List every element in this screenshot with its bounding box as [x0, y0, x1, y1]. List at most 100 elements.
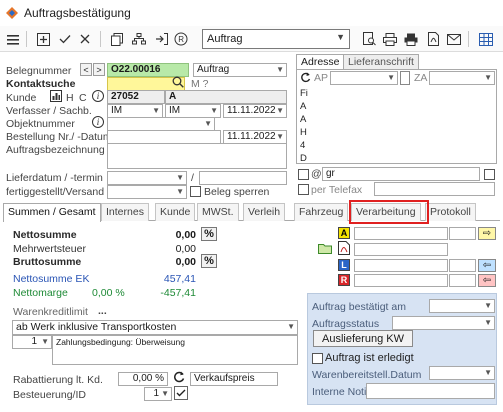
auftrag-erledigt-checkbox[interactable] — [312, 353, 323, 364]
document-type-select[interactable]: Auftrag ▼ — [202, 29, 350, 49]
tab-lieferanschrift[interactable]: Lieferanschrift — [343, 54, 419, 69]
chart-icon[interactable] — [50, 90, 62, 105]
info-icon[interactable]: i — [92, 116, 104, 128]
arrow-left-icon[interactable]: ⇦ — [478, 259, 496, 272]
folder-icon[interactable] — [318, 242, 332, 257]
percent-button[interactable]: % — [201, 254, 217, 268]
datum-field-1[interactable]: 11.11.2022 ▼ — [223, 104, 287, 118]
hierarchy-icon[interactable] — [130, 30, 148, 48]
arrow-left-icon[interactable]: ⇦ — [478, 274, 496, 287]
zahlungsbedingung-text[interactable]: Zahlungsbedingung: Überweisung — [52, 335, 298, 365]
telefax-checkbox[interactable] — [298, 184, 309, 195]
address-line: Fi — [300, 88, 308, 99]
email-checkbox[interactable] — [298, 169, 309, 180]
search-icon[interactable] — [172, 76, 184, 91]
print-preview-icon[interactable] — [381, 30, 399, 48]
address-line: D — [300, 153, 307, 164]
tab-mwst[interactable]: MWSt. — [197, 203, 239, 221]
kunde-name-field[interactable]: A — [165, 90, 287, 104]
verkaufspreis-field[interactable]: Verkaufspreis — [190, 372, 278, 386]
belegtyp-select[interactable]: Auftrag ▼ — [193, 63, 287, 77]
lieferbedingung-select[interactable]: ab Werk inklusive Transportkosten ▼ — [12, 320, 298, 335]
tab-kunde[interactable]: Kunde — [155, 203, 196, 221]
pdf-field[interactable] — [354, 243, 448, 256]
sachbearbeiter-select[interactable]: IM ▼ — [165, 104, 221, 118]
tab-fahrzeug[interactable]: Fahrzeug — [294, 203, 349, 221]
datum-field-2[interactable]: 11.11.2022 ▼ — [223, 130, 287, 144]
check-icon[interactable] — [56, 30, 74, 48]
kunde-nummer-field[interactable]: 27052 — [107, 90, 165, 104]
besteuerung-select[interactable]: 1 ▼ — [144, 387, 172, 401]
arrow-right-icon[interactable]: ⇨ — [478, 227, 496, 240]
auftragsbezeichnung-field[interactable] — [107, 143, 287, 169]
info-icon[interactable]: i — [92, 90, 104, 102]
table-icon[interactable] — [477, 30, 495, 48]
telefax-label: per Telefax — [311, 184, 363, 196]
nettosumme-label: Nettosumme — [13, 229, 77, 241]
letter-l-field-2[interactable] — [449, 259, 476, 272]
bestaetigt-date-field[interactable]: ▼ — [429, 299, 495, 313]
letter-l-button[interactable]: L — [338, 259, 350, 271]
refresh-icon[interactable] — [173, 371, 185, 386]
tab-summen-gesamt[interactable]: Summen / Gesamt — [3, 203, 101, 222]
copy-icon[interactable] — [108, 30, 126, 48]
search-document-icon[interactable] — [360, 30, 378, 48]
letter-a-field-2[interactable] — [449, 227, 476, 240]
email-field[interactable]: gr — [322, 167, 480, 181]
za-select[interactable]: ▼ — [429, 71, 495, 85]
pdf-icon[interactable] — [338, 241, 350, 258]
chevron-down-icon: ▼ — [276, 132, 284, 141]
letter-r-field-2[interactable] — [449, 274, 476, 287]
letter-r-field[interactable] — [354, 274, 448, 287]
m-label: M ? — [191, 78, 209, 90]
kreditlimit-more-button[interactable]: ... — [98, 305, 107, 317]
bruttosumme-label: Bruttosumme — [13, 256, 82, 268]
ap-spinner[interactable] — [400, 71, 410, 85]
besteuerung-check-button[interactable] — [174, 386, 188, 400]
prev-record-button[interactable]: < — [80, 63, 92, 76]
tab-adresse[interactable]: Adresse — [296, 54, 345, 69]
letter-a-field[interactable] — [354, 227, 448, 240]
beleg-sperren-checkbox[interactable] — [190, 186, 201, 197]
window-title: Auftragsbestätigung — [24, 6, 131, 20]
pdf-icon[interactable] — [424, 30, 442, 48]
letter-l-field[interactable] — [354, 259, 448, 272]
mail-icon[interactable] — [445, 30, 463, 48]
next-record-button[interactable]: > — [93, 63, 105, 76]
import-icon[interactable] — [152, 30, 170, 48]
zahlungsbedingung-select[interactable]: 1 ▼ — [12, 335, 52, 349]
rabattierung-field[interactable]: 0,00 % — [118, 372, 168, 386]
tab-verleih[interactable]: Verleih — [243, 203, 286, 221]
telefax-field[interactable] — [374, 182, 495, 196]
liefertermin-field[interactable] — [199, 171, 287, 185]
kunde-h-button[interactable]: H — [66, 92, 74, 104]
email-option-checkbox[interactable] — [484, 169, 495, 180]
refresh-icon[interactable] — [300, 72, 311, 86]
percent-button[interactable]: % — [201, 227, 217, 241]
bruttosumme-value: 0,00 — [175, 256, 196, 268]
kunde-c-button[interactable]: C — [79, 92, 87, 104]
letter-a-button[interactable]: A — [338, 227, 350, 239]
ap-select[interactable]: ▼ — [330, 71, 398, 85]
auslieferung-kw-button[interactable]: Auslieferung KW — [313, 330, 413, 347]
bestellnummer-field[interactable] — [107, 130, 221, 144]
chevron-down-icon: ▼ — [287, 322, 295, 331]
objektnummer-select[interactable]: ▼ — [107, 117, 215, 131]
auftragsstatus-select[interactable]: ▼ — [392, 316, 495, 330]
belegnummer-field[interactable]: O22.00016 — [107, 63, 189, 77]
tab-internes[interactable]: Internes — [101, 203, 149, 221]
add-icon[interactable] — [34, 30, 52, 48]
lieferdatum-select[interactable]: ▼ — [107, 171, 187, 185]
tab-protokoll[interactable]: Protokoll — [425, 203, 476, 221]
close-icon[interactable] — [76, 30, 94, 48]
fertiggestellt-select[interactable]: ▼ — [107, 185, 187, 199]
interne-notiz-field[interactable] — [366, 383, 495, 399]
menu-icon[interactable] — [4, 30, 22, 48]
refresh-r-icon[interactable]: R — [172, 30, 190, 48]
verfasser-select[interactable]: IM ▼ — [107, 104, 163, 118]
warenbereitstellung-date-field[interactable]: ▼ — [429, 366, 495, 380]
print-icon[interactable] — [402, 30, 420, 48]
slash-label: / — [191, 172, 194, 184]
letter-r-button[interactable]: R — [338, 274, 350, 286]
auftragsstatus-label: Auftragsstatus — [312, 318, 380, 330]
